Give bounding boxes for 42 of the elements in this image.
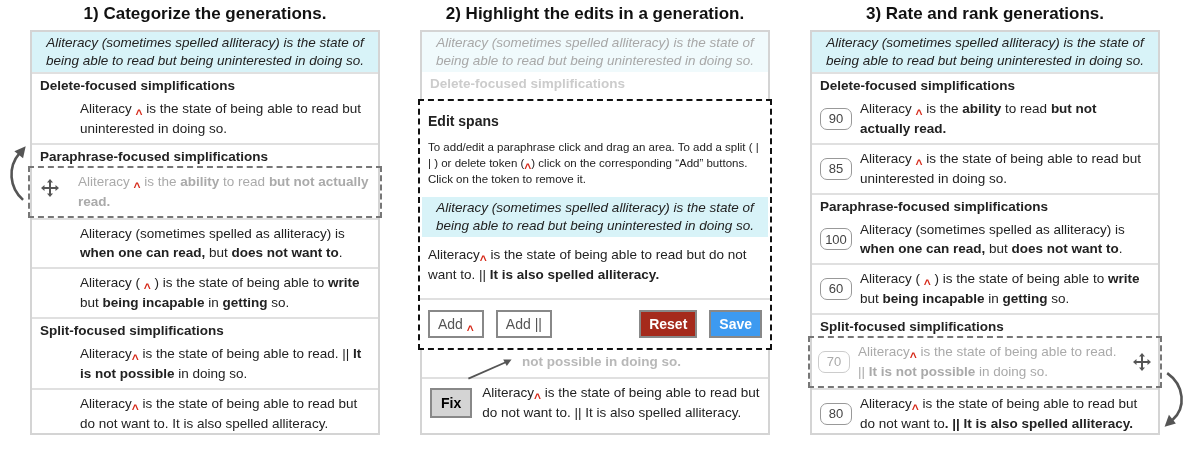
- score-field[interactable]: 85: [820, 157, 852, 180]
- group-heading: Delete-focused simplifications: [39, 77, 237, 95]
- source-sentence: Aliteracy (sometimes spelled alliteracy) is the state of being able to read but being uninterested in doing so.: [422, 32, 768, 72]
- generation-text: Aliteracy ( $_{^}$ ) is the state of being able to write but being incapable in getting so.: [860, 270, 1141, 308]
- source-sentence: Aliteracy (sometimes spelled alliteracy) is the state of being able to read but being uninterested in doing so.: [32, 32, 378, 72]
- generation-text: Aliteracy $_{^}$ is the state of being able to read but uninterested in doing so.: [860, 150, 1142, 188]
- score-field[interactable]: 90: [820, 107, 852, 130]
- dialog-title: Edit spans: [427, 112, 500, 131]
- group-heading: Split-focused simplifications: [819, 318, 1005, 336]
- reset-button[interactable]: Reset: [639, 310, 698, 338]
- source-sentence: Aliteracy (sometimes spelled alliteracy) is the state of being able to read but being uninterested in doing so.: [812, 32, 1158, 72]
- source-sentence: Aliteracy (sometimes spelled alliteracy) is the state of being able to read but being uninterested in doing so.: [422, 197, 768, 237]
- fix-button[interactable]: Fix: [430, 387, 473, 418]
- generation-text: Aliteracy$_{^}$ is the state of being able to read but do not want to. It is also spelled alliteracy.: [80, 395, 359, 433]
- generation-text: Aliteracy$_{^}$ is the state of being able to read. || It is not possible in doing so.: [80, 345, 363, 383]
- panel-title: 3) Rate and rank generations.: [864, 4, 1106, 24]
- generation-text: Aliteracy (sometimes spelled as alliteracy) is when one can read, but does not want to.: [80, 225, 346, 262]
- score-field[interactable]: 60: [820, 277, 852, 300]
- group-heading: Split-focused simplifications: [39, 322, 225, 340]
- group-heading: Paraphrase-focused simplifications: [39, 148, 270, 166]
- generation-text: Aliteracy (sometimes spelled as alliteracy) is when one can read, but does not want to.: [860, 221, 1126, 258]
- add-button[interactable]: Add $_{^}$: [428, 310, 484, 338]
- score-field[interactable]: 80: [820, 402, 852, 425]
- generation-text: not possible in doing so.: [522, 353, 681, 371]
- instructions-text: To add/edit a paraphrase click and drag an area. To add a split ( | | ) or delete token (^) click on the corresponding “Add” buttons. Click on the token to remove it.: [427, 140, 760, 187]
- generation-text: Aliteracy $_{^}$ is the state of being able to read but uninterested in doing so.: [80, 100, 362, 138]
- generation-text: Aliteracy ( $_{^}$ ) is the state of being able to write but being incapable in getting so.: [80, 274, 361, 312]
- add-button[interactable]: Add ||: [495, 310, 552, 338]
- generation-text: Aliteracy $_{^}$ is the ability to read but not actually read.: [860, 100, 1098, 138]
- score-field[interactable]: 100: [820, 228, 852, 250]
- arrow-icon: [466, 357, 514, 381]
- generation-text: Aliteracy$_{^}$ is the state of being able to read. || It is not possible in doing so.: [858, 343, 1118, 381]
- generation-text: Aliteracy $_{^}$ is the ability to read but not actually read.: [78, 173, 370, 211]
- move-icon[interactable]: [40, 178, 60, 198]
- group-heading: Paraphrase-focused simplifications: [819, 198, 1050, 216]
- generation-text: Aliteracy$_{^}$ is the state of being able to read but do not want to. || It is also spelled alliteracy.: [428, 246, 748, 284]
- generation-text: Aliteracy$_{^}$ is the state of being able to read but do not want to. || It is also spelled alliteracy.: [482, 384, 760, 422]
- move-icon[interactable]: [1132, 351, 1152, 372]
- group-heading: Delete-focused simplifications: [819, 77, 1017, 95]
- panel-title: 1) Categorize the generations.: [82, 4, 328, 24]
- generation-text: Aliteracy$_{^}$ is the state of being able to read but do not want to. || It is also spelled alliteracy.: [860, 395, 1139, 433]
- panel-title: 2) Highlight the edits in a generation.: [444, 4, 746, 24]
